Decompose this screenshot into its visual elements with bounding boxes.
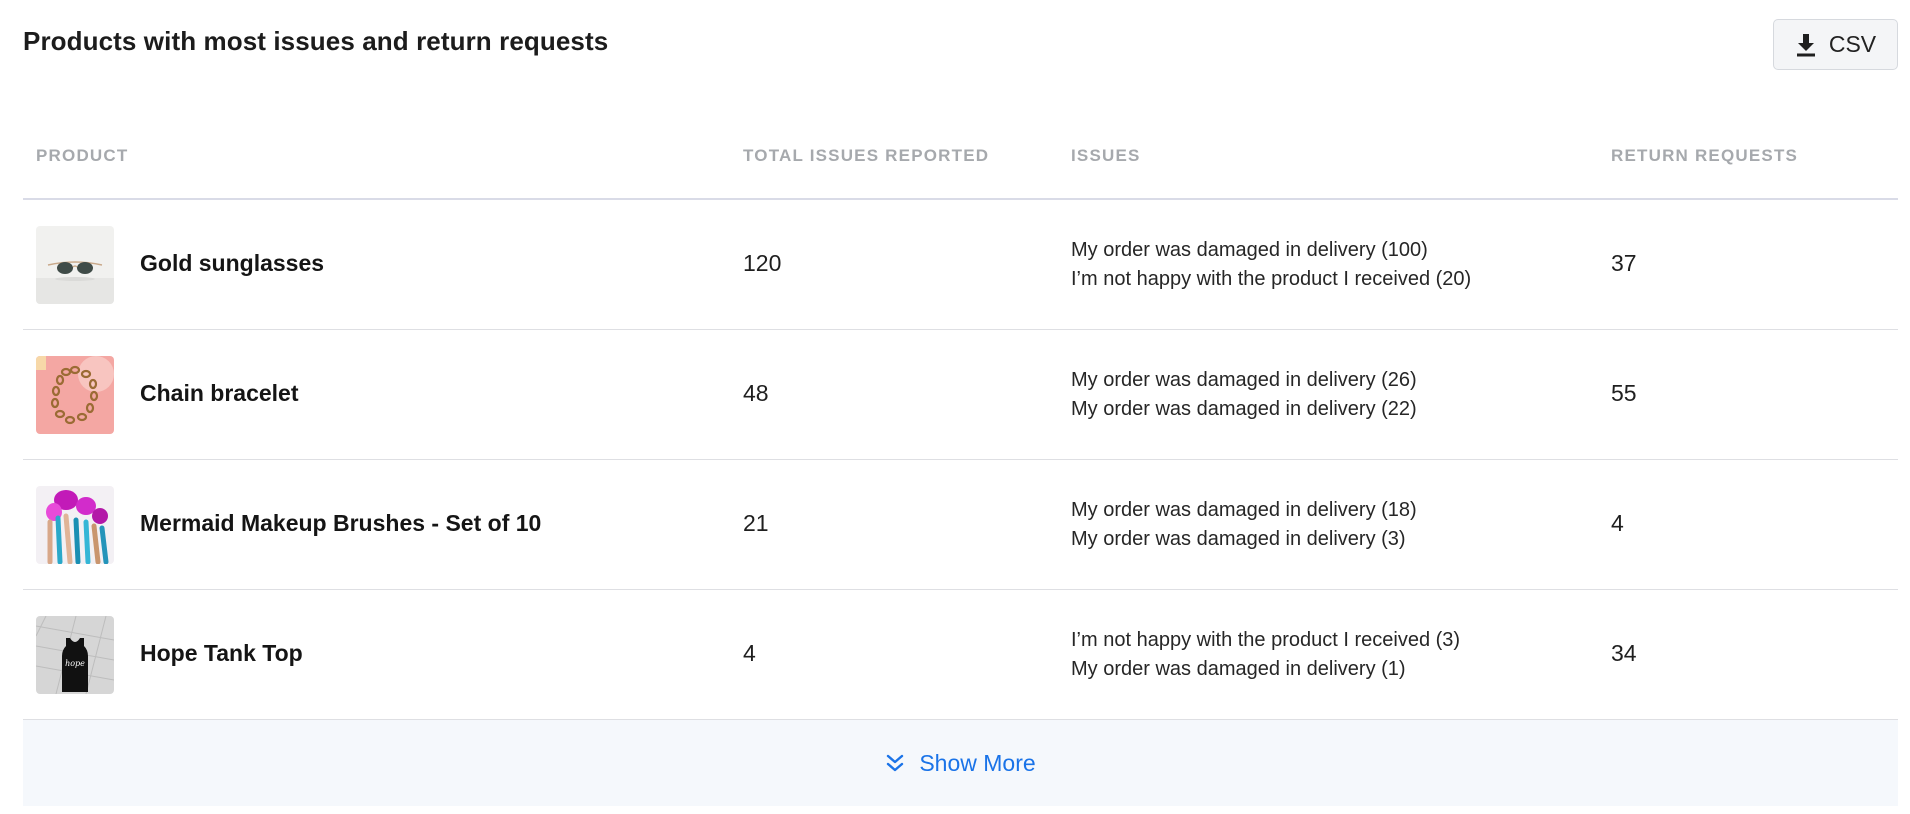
issue-item: My order was damaged in delivery (100): [1071, 239, 1428, 261]
table-row[interactable]: Chain bracelet 48 My order was damaged i…: [23, 330, 1898, 460]
issue-item: My order was damaged in delivery (26): [1071, 369, 1417, 391]
return-requests: 4: [1611, 510, 1624, 536]
show-more-label: Show More: [919, 749, 1036, 776]
issues-list: My order was damaged in delivery (26) My…: [1071, 366, 1417, 424]
csv-label: CSV: [1828, 31, 1877, 57]
bracelet-image: [36, 356, 114, 434]
issue-item: My order was damaged in delivery (3): [1071, 528, 1406, 550]
column-header-product: PRODUCT: [36, 146, 129, 165]
tank-top-image: hope: [36, 616, 114, 694]
return-requests: 55: [1611, 380, 1637, 406]
table-row[interactable]: Mermaid Makeup Brushes - Set of 10 21 My…: [23, 460, 1898, 590]
issue-item: My order was damaged in delivery (1): [1071, 658, 1406, 680]
total-issues: 4: [743, 640, 756, 666]
return-requests: 34: [1611, 640, 1637, 666]
product-name: Mermaid Makeup Brushes - Set of 10: [140, 510, 542, 536]
issues-list: My order was damaged in delivery (100) I…: [1071, 236, 1471, 294]
issues-list: My order was damaged in delivery (18) My…: [1071, 496, 1417, 554]
svg-text:hope: hope: [65, 659, 85, 668]
product-name: Gold sunglasses: [140, 250, 325, 276]
column-header-issues: ISSUES: [1071, 146, 1141, 165]
product-name: Chain bracelet: [140, 380, 299, 406]
issue-item: My order was damaged in delivery (22): [1071, 398, 1417, 420]
csv-export-button[interactable]: CSV: [1773, 19, 1898, 70]
return-requests: 37: [1611, 250, 1637, 276]
column-header-total-issues: TOTAL ISSUES REPORTED: [743, 146, 990, 165]
show-more-button[interactable]: Show More: [23, 720, 1898, 806]
total-issues: 120: [743, 250, 782, 276]
table-header: PRODUCT TOTAL ISSUES REPORTED ISSUES RET…: [23, 110, 1898, 200]
issue-item: I’m not happy with the product I receive…: [1071, 268, 1472, 290]
table-row[interactable]: hope Hope Tank Top 4 I’m not happy with …: [23, 590, 1898, 720]
column-header-return-requests: RETURN REQUESTS: [1611, 146, 1799, 165]
double-chevron-down-icon: [887, 754, 904, 772]
issues-list: I’m not happy with the product I receive…: [1071, 626, 1460, 684]
total-issues: 48: [743, 380, 769, 406]
products-issues-panel: Products with most issues and return req…: [0, 0, 1910, 814]
panel-title: Products with most issues and return req…: [23, 26, 609, 56]
total-issues: 21: [743, 510, 769, 536]
download-icon: [1796, 33, 1815, 56]
issue-item: I’m not happy with the product I receive…: [1071, 629, 1461, 651]
issue-item: My order was damaged in delivery (18): [1071, 499, 1417, 521]
table-row[interactable]: Gold sunglasses 120 My order was damaged…: [23, 200, 1898, 330]
product-name: Hope Tank Top: [140, 640, 303, 666]
makeup-brushes-image: [36, 486, 114, 564]
products-table: PRODUCT TOTAL ISSUES REPORTED ISSUES RET…: [23, 110, 1898, 806]
sunglasses-image: [36, 226, 114, 304]
